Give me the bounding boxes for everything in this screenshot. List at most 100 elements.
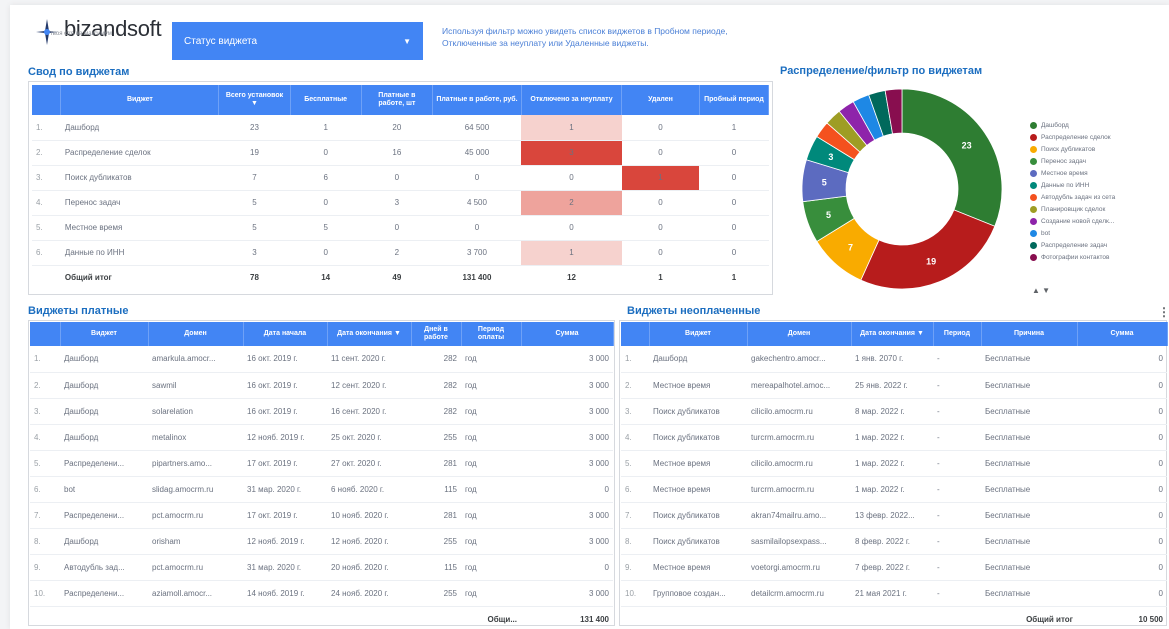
paid-total-value: 131 400: [580, 614, 609, 624]
table-row[interactable]: 3. Поиск дубликатов 7 6 0 0 0 1 0: [32, 165, 769, 191]
table-row[interactable]: 8. Дашборд orisham 12 нояб. 2019 г. 12 нояб.…: [30, 528, 613, 555]
paid-cell: 282: [411, 398, 461, 425]
paid-col-header[interactable]: Период оплаты: [461, 322, 522, 346]
legend-swatch: [1030, 241, 1037, 249]
summary-total-cell: Общий итог: [64, 272, 112, 282]
paid-col-header[interactable]: Дата окончания ▼: [327, 322, 412, 346]
table-row[interactable]: 7. Распределени... pct.amocrm.ru 17 окт. 20…: [30, 502, 613, 529]
table-row[interactable]: 3. Поиск дубликатов cilicilo.amocrm.ru 8 ма…: [621, 398, 1167, 425]
paid-col-header[interactable]: [30, 322, 61, 346]
table-row[interactable]: 4. Поиск дубликатов turcrm.amocrm.ru 1 мар.…: [621, 424, 1167, 451]
legend-item[interactable]: Фотографии контактов: [1030, 251, 1115, 263]
unpaid-col-header[interactable]: Дата окончания ▼: [851, 322, 934, 346]
summary-cell: Дашборд: [60, 115, 219, 141]
table-row[interactable]: 4. Дашборд metalinox 12 нояб. 2019 г. 25 окт…: [30, 424, 613, 451]
paid-cell: bot: [60, 476, 148, 503]
legend-item[interactable]: Создание новой сделк...: [1030, 215, 1115, 227]
summary-cell: 0: [621, 115, 700, 141]
summary-col-header[interactable]: Отключено за неуплату: [521, 85, 623, 115]
paid-col-header[interactable]: Домен: [148, 322, 244, 346]
summary-col-header[interactable]: Платные в работе, руб.: [432, 85, 522, 115]
table-row[interactable]: 5. Распределени... pipartners.amo... 17 окт…: [30, 450, 613, 477]
unpaid-cell: 7 февр. 2022 г.: [851, 554, 933, 581]
summary-col-header[interactable]: Бесплатные: [290, 85, 362, 115]
donut-slice[interactable]: [860, 209, 996, 289]
table-row[interactable]: 6. bot slidag.amocrm.ru 31 мар. 2020 г. 6 но…: [30, 476, 613, 503]
legend-item[interactable]: Автодубль задач из сета: [1030, 191, 1115, 203]
table-row[interactable]: 1. Дашборд 23 1 20 64 500 1 0 1: [32, 115, 769, 141]
paid-cell: 14 нояб. 2019 г.: [243, 580, 327, 607]
unpaid-cell: Бесплатные: [981, 372, 1077, 399]
legend-pagination[interactable]: ▲ ▼: [1032, 286, 1050, 295]
table-row[interactable]: 1. Дашборд gakechentro.amocr... 1 янв. 2070…: [621, 346, 1167, 373]
legend-label: Автодубль задач из сета: [1041, 193, 1116, 201]
unpaid-cell: Бесплатные: [981, 528, 1077, 555]
paid-cell: 3 000: [521, 450, 613, 477]
table-row[interactable]: 9. Автодубль зад... pct.amocrm.ru 31 мар. 2…: [30, 554, 613, 581]
summary-cell: 23: [218, 115, 291, 141]
paid-cell: 17 окт. 2019 г.: [243, 450, 327, 477]
summary-col-header[interactable]: Пробный период: [699, 85, 770, 115]
summary-total-cell: 131 400: [462, 272, 492, 282]
widget-status-filter[interactable]: Статус виджета ▼: [172, 22, 423, 60]
summary-col-header[interactable]: Виджет: [60, 85, 220, 115]
paid-col-header[interactable]: Сумма: [521, 322, 614, 346]
unpaid-cell: 9.: [621, 554, 649, 581]
table-row[interactable]: 1. Дашборд amarkula.amocr... 16 окт. 2019 г…: [30, 346, 613, 373]
more-options-icon[interactable]: ⋮: [1158, 305, 1169, 319]
legend-item[interactable]: Планировщик сделок: [1030, 203, 1115, 215]
table-row[interactable]: 2. Распределение сделок 19 0 16 45 000 3 0 0: [32, 140, 769, 166]
legend-item[interactable]: Поиск дубликатов: [1030, 143, 1115, 155]
summary-col-header[interactable]: Платные в работе, шт: [361, 85, 433, 115]
legend-item[interactable]: Перенос задач: [1030, 155, 1115, 167]
summary-cell: 2.: [32, 140, 61, 166]
paid-cell: год: [461, 450, 521, 477]
table-row[interactable]: 3. Дашборд solarelation 16 окт. 2019 г. 16 с…: [30, 398, 613, 425]
table-row[interactable]: 2. Местное время mereapalhotel.amoc... 25 я…: [621, 372, 1167, 399]
legend-item[interactable]: Местное время: [1030, 167, 1115, 179]
table-row[interactable]: 9. Местное время voetorgi.amocrm.ru 7 февр.…: [621, 554, 1167, 581]
table-row[interactable]: 10. Распределени... aziamoll.amocr... 14 но…: [30, 580, 613, 607]
table-row[interactable]: 5. Местное время 5 5 0 0 0 0 0: [32, 215, 769, 241]
summary-col-header[interactable]: Всего установок ▼: [218, 85, 291, 115]
summary-cell: 0: [621, 215, 700, 241]
unpaid-cell: Бесплатные: [981, 476, 1077, 503]
paid-cell: 282: [411, 346, 461, 373]
paid-col-header[interactable]: Дата начала: [243, 322, 328, 346]
unpaid-cell: 1 янв. 2070 г.: [851, 346, 933, 373]
paid-cell: 2.: [30, 372, 60, 399]
unpaid-col-header[interactable]: Период: [933, 322, 982, 346]
table-row[interactable]: 2. Дашборд sawmil 16 окт. 2019 г. 12 сент. 2…: [30, 372, 613, 399]
table-row[interactable]: 10. Групповое создан... detailcrm.amocrm.r…: [621, 580, 1167, 607]
paid-cell: 31 мар. 2020 г.: [243, 476, 327, 503]
summary-total-cell: 49: [392, 272, 402, 282]
summary-cell: 7: [218, 165, 291, 191]
donut-slice[interactable]: [901, 89, 1003, 227]
unpaid-col-header[interactable]: Домен: [747, 322, 852, 346]
unpaid-col-header[interactable]: Причина: [981, 322, 1078, 346]
table-row[interactable]: 8. Поиск дубликатов sasmilailopsexpass... 8…: [621, 528, 1167, 555]
legend-item[interactable]: Данные по ИНН: [1030, 179, 1115, 191]
legend-item[interactable]: Распределение сделок: [1030, 131, 1115, 143]
table-row[interactable]: 5. Местное время cilicilo.amocrm.ru 1 мар. …: [621, 450, 1167, 477]
unpaid-col-header[interactable]: Сумма: [1077, 322, 1168, 346]
legend-item[interactable]: bot: [1030, 227, 1115, 239]
unpaid-col-header[interactable]: Виджет: [649, 322, 748, 346]
paid-col-header[interactable]: Виджет: [60, 322, 149, 346]
unpaid-cell: -: [933, 424, 981, 451]
legend-item[interactable]: Распределение задач: [1030, 239, 1115, 251]
paid-cell: Распределени...: [60, 450, 148, 477]
summary-col-header[interactable]: Удален: [621, 85, 700, 115]
table-row[interactable]: 6. Местное время turcrm.amocrm.ru 1 мар. 20…: [621, 476, 1167, 503]
paid-cell: год: [461, 424, 521, 451]
summary-col-header[interactable]: [32, 85, 62, 115]
table-row[interactable]: 6. Данные по ИНН 3 0 2 3 700 1 0 0: [32, 240, 769, 266]
summary-cell: 0: [290, 190, 362, 216]
table-row[interactable]: 4. Перенос задач 5 0 3 4 500 2 0 0: [32, 190, 769, 216]
legend-item[interactable]: Дашборд: [1030, 119, 1115, 131]
table-row[interactable]: 7. Поиск дубликатов akran74mailru.amo... 13…: [621, 502, 1167, 529]
unpaid-col-header[interactable]: [621, 322, 650, 346]
paid-cell: 1.: [30, 346, 60, 373]
paid-cell: amarkula.amocr...: [148, 346, 243, 373]
paid-col-header[interactable]: Дней в работе: [411, 322, 462, 346]
